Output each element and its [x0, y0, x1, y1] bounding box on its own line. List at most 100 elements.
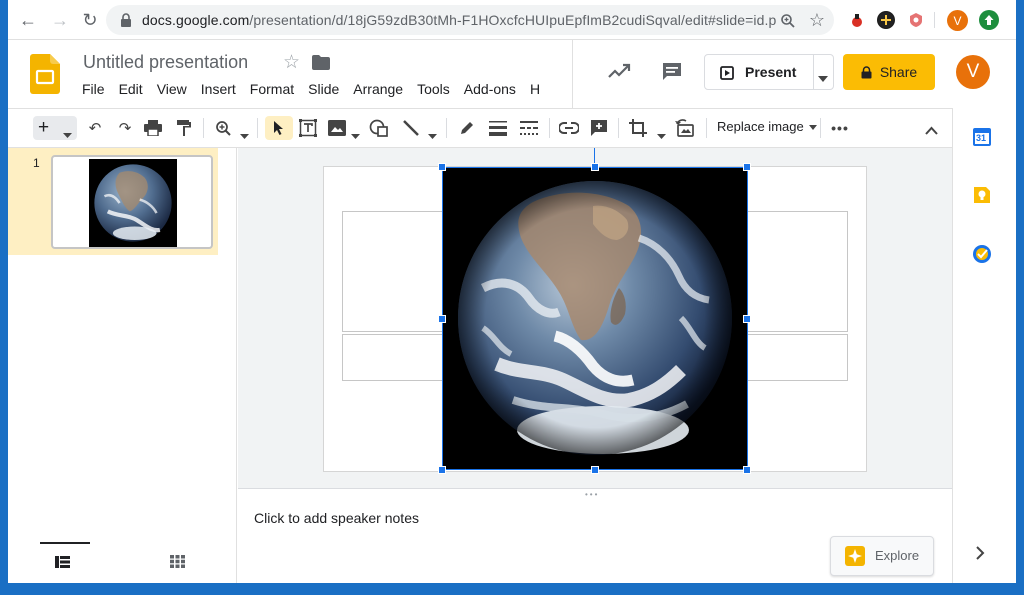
tasks-icon[interactable] [972, 244, 992, 264]
border-dash-icon[interactable] [518, 117, 540, 139]
replace-image-button[interactable]: Replace image [717, 119, 818, 134]
image-dropdown-icon[interactable] [351, 126, 360, 139]
explore-icon [845, 546, 865, 566]
crop-dropdown-icon[interactable] [657, 126, 666, 139]
extension-icon-1[interactable] [848, 11, 866, 29]
toolbar-separator [446, 118, 447, 138]
menu-file[interactable]: File [82, 81, 105, 97]
share-label: Share [879, 64, 918, 80]
toolbar-separator [820, 118, 821, 138]
menu-insert[interactable]: Insert [201, 81, 236, 97]
resize-handle-top[interactable] [591, 163, 599, 171]
line-dropdown-icon[interactable] [428, 126, 437, 139]
add-comment-icon[interactable] [588, 117, 610, 139]
menu-view[interactable]: View [157, 81, 187, 97]
menu-help[interactable]: H [530, 81, 540, 97]
slide-thumbnail[interactable] [51, 155, 213, 249]
url-host: docs.google.com [142, 12, 250, 28]
slide-number: 1 [33, 156, 40, 170]
activity-trend-icon[interactable] [607, 62, 631, 82]
menu-bar: File Edit View Insert Format Slide Arran… [82, 81, 554, 97]
redo-icon[interactable]: ↷ [114, 117, 136, 139]
present-divider [813, 55, 814, 89]
doc-title[interactable]: Untitled presentation [83, 52, 248, 73]
menu-tools[interactable]: Tools [417, 81, 450, 97]
resize-handle-left[interactable] [438, 315, 446, 323]
extension-icon-2[interactable] [877, 11, 895, 29]
resize-handle-bottom[interactable] [591, 466, 599, 474]
shape-icon[interactable] [368, 117, 390, 139]
profile-avatar[interactable]: V [947, 10, 968, 31]
filmstrip-view-active-line [40, 542, 90, 544]
thumbnail-earth-image [89, 159, 177, 247]
resize-handle-bottom-right[interactable] [743, 466, 751, 474]
lock-icon[interactable] [120, 13, 132, 27]
update-arrow-icon[interactable] [979, 10, 999, 30]
menu-slide[interactable]: Slide [308, 81, 339, 97]
explore-label: Explore [875, 548, 920, 563]
desktop-frame-bottom [0, 583, 1024, 595]
select-tool-button[interactable] [265, 116, 293, 140]
resize-handle-bottom-left[interactable] [438, 466, 446, 474]
url-path: /presentation/d/18jG59zdB30tMh-F1HOxcfcH… [249, 12, 777, 28]
filmstrip-view-icon[interactable] [55, 555, 70, 568]
earth-image[interactable] [442, 167, 748, 470]
resize-handle-top-right[interactable] [743, 163, 751, 171]
share-button[interactable]: Share [843, 54, 935, 90]
more-options-icon[interactable]: ••• [829, 117, 851, 139]
replace-image-dropdown-icon [809, 125, 818, 131]
zoom-icon-toolbar[interactable] [212, 117, 234, 139]
new-slide-button[interactable]: + [33, 116, 77, 140]
calendar-day: 31 [976, 133, 987, 143]
border-color-pencil-icon[interactable] [456, 117, 478, 139]
present-button[interactable]: Present [704, 54, 834, 90]
slides-logo-icon[interactable] [30, 54, 60, 94]
toolbar-separator [257, 118, 258, 138]
speaker-notes-placeholder[interactable]: Click to add speaker notes [254, 510, 419, 526]
present-dropdown-icon[interactable] [818, 69, 828, 82]
paint-format-icon[interactable] [173, 117, 195, 139]
comments-icon[interactable] [661, 61, 683, 82]
desktop-frame-right [1016, 0, 1024, 595]
menu-arrange[interactable]: Arrange [353, 81, 403, 97]
resize-handle-top-left[interactable] [438, 163, 446, 171]
image-icon[interactable] [326, 117, 348, 139]
crop-icon[interactable] [627, 117, 649, 139]
reset-image-icon[interactable] [674, 117, 696, 139]
star-icon[interactable]: ☆ [283, 51, 300, 74]
folder-icon[interactable] [312, 55, 330, 70]
header-divider [572, 40, 573, 108]
share-lock-icon [861, 65, 872, 78]
menu-addons[interactable]: Add-ons [464, 81, 516, 97]
expand-panel-chevron-icon[interactable] [975, 546, 985, 560]
toolbar-divider [934, 12, 935, 28]
back-icon[interactable]: ← [16, 8, 40, 32]
extension-icon-3[interactable] [907, 11, 925, 29]
new-slide-dropdown-icon [63, 125, 72, 138]
resize-handle-right[interactable] [743, 315, 751, 323]
zoom-icon[interactable] [776, 9, 800, 33]
plus-icon: + [38, 117, 50, 138]
url-text: docs.google.com/presentation/d/18jG59zdB… [142, 12, 776, 28]
explore-button[interactable]: Explore [830, 536, 934, 576]
border-weight-icon[interactable] [487, 117, 509, 139]
text-box-icon[interactable] [297, 117, 319, 139]
calendar-icon[interactable]: 31 [972, 127, 992, 147]
menu-format[interactable]: Format [250, 81, 294, 97]
print-icon[interactable] [142, 117, 164, 139]
undo-icon[interactable]: ↶ [84, 117, 106, 139]
zoom-dropdown-icon[interactable] [240, 126, 249, 139]
line-icon[interactable] [400, 117, 422, 139]
grid-view-icon[interactable] [170, 555, 185, 568]
account-avatar[interactable]: V [956, 55, 990, 89]
link-icon[interactable] [558, 117, 580, 139]
present-play-icon [720, 66, 734, 80]
keep-icon[interactable] [972, 185, 992, 205]
forward-icon[interactable]: → [48, 8, 72, 32]
bookmark-star-icon[interactable]: ☆ [805, 8, 829, 32]
toolbar-separator [549, 118, 550, 138]
collapse-toolbar-chevron-icon[interactable] [925, 122, 938, 135]
reload-icon[interactable]: ↻ [78, 8, 102, 32]
notes-resize-grip-icon[interactable]: ••• [585, 490, 599, 499]
menu-edit[interactable]: Edit [119, 81, 143, 97]
